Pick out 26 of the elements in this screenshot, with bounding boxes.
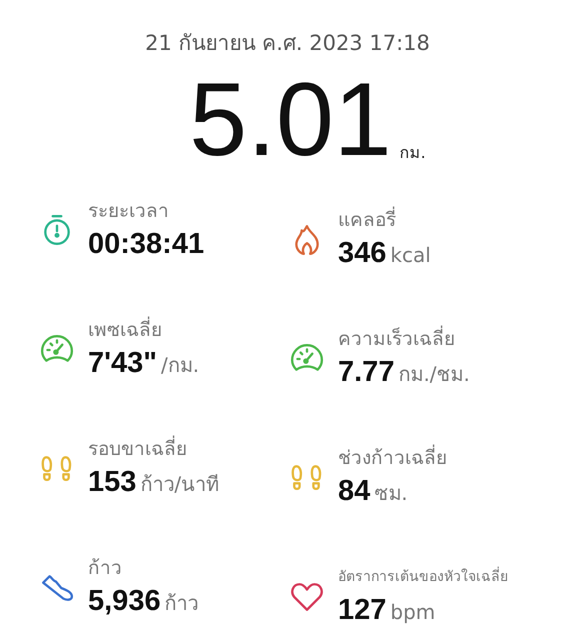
distance-unit: กม.: [400, 142, 426, 164]
stat-unit: /กม.: [161, 352, 200, 379]
stat-value: 127: [338, 593, 386, 628]
stat-unit: ก้าว/นาที: [140, 471, 220, 498]
stat-label: ระยะเวลา: [88, 199, 170, 224]
stat-label: ก้าว: [88, 556, 123, 581]
stat-value: 7'43": [88, 346, 158, 381]
stat-value: 346: [338, 236, 386, 271]
stat-label: ความเร็วเฉลี่ย: [338, 325, 470, 353]
stat-value: 00:38:41: [88, 227, 204, 262]
stat-label: รอบขาเฉลี่ย: [88, 435, 220, 463]
stat-value: 84: [338, 474, 370, 509]
stat-label: แคลอรี่: [338, 206, 431, 234]
stat-value: 153: [88, 465, 136, 500]
stat-unit: กม./ชม.: [398, 361, 470, 388]
stat-unit: kcal: [390, 242, 431, 269]
stat-value: 7.77: [338, 355, 394, 390]
date-time: 21 กันยายน ค.ศ. 2023 17:18: [144, 30, 431, 57]
stat-value: 5,936: [88, 584, 161, 619]
stat-unit: ซม.: [374, 480, 408, 507]
stat-label: เพซเฉลี่ย: [88, 316, 200, 344]
distance-value: 5.01: [189, 61, 392, 179]
stat-unit: ก้าว: [164, 590, 199, 617]
stat-label: อัตราการเต้นของหัวใจเฉลี่ย: [338, 563, 508, 591]
stat-label: ช่วงก้าวเฉลี่ย: [338, 444, 447, 472]
stat-unit: bpm: [390, 599, 436, 626]
